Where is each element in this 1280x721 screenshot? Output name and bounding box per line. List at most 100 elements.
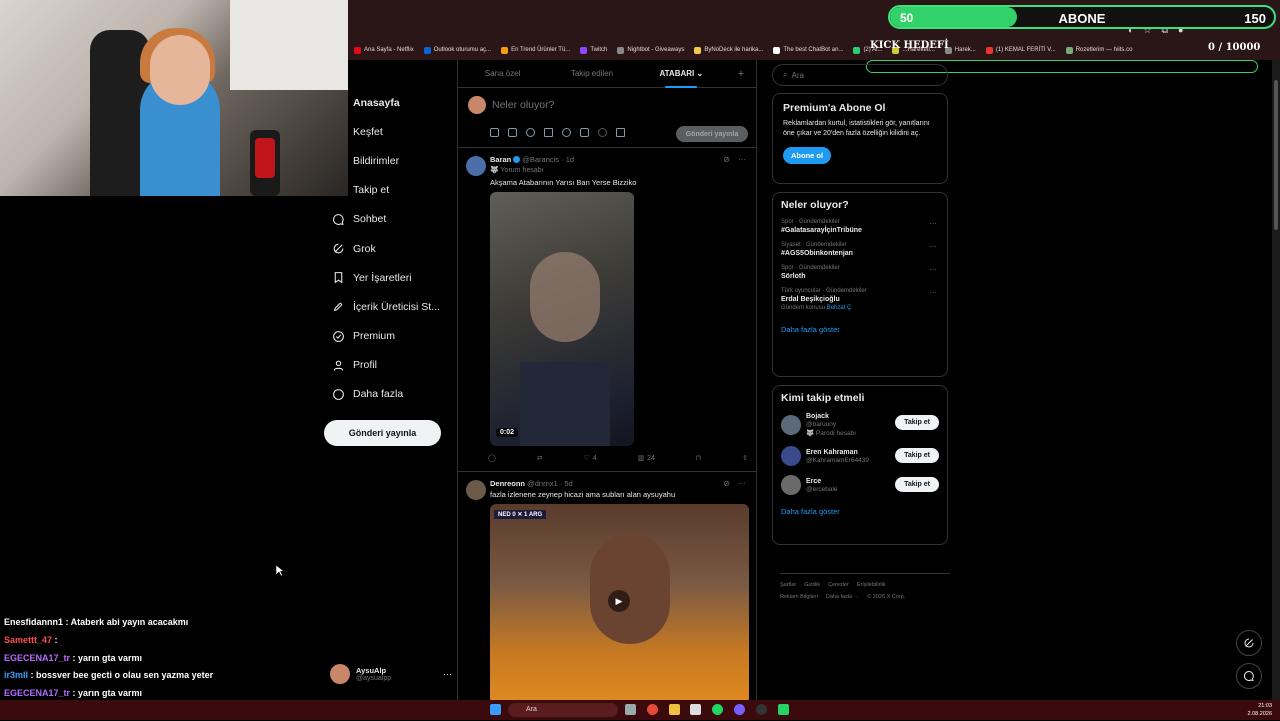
nav-notifications[interactable]: Bildirimler	[320, 146, 456, 175]
emoji-icon[interactable]	[562, 128, 571, 137]
bookmark-item[interactable]: En Trend Ürünler Tü...	[501, 46, 570, 54]
footer-link[interactable]: Şartlar	[780, 582, 796, 588]
nav-grok[interactable]: Grok	[320, 234, 456, 263]
show-more-link[interactable]: Daha fazla göster	[781, 507, 939, 516]
avatar[interactable]	[781, 415, 801, 435]
grok-icon[interactable]: ⊘	[723, 155, 730, 164]
follow-button[interactable]: Takip et	[895, 448, 939, 463]
nav-home[interactable]: Anasayfa	[320, 88, 456, 117]
location-icon[interactable]	[598, 128, 607, 137]
bookmark-item[interactable]: Outlook oturumu aç...	[423, 46, 491, 54]
nav-bookmarks[interactable]: Yer İşaretleri	[320, 263, 456, 292]
follow-suggestion[interactable]: Erce @ercebale Takip et	[781, 475, 939, 495]
avatar[interactable]	[781, 475, 801, 495]
tab-atabari[interactable]: ATABARI ⌄	[637, 60, 726, 88]
grok-icon[interactable]	[526, 128, 535, 137]
messages-fab[interactable]	[1236, 663, 1262, 689]
footer-link[interactable]: Erişilebilirlik	[857, 582, 886, 588]
bookmark-item[interactable]: Rozetlerim — hiits.co	[1065, 46, 1132, 54]
show-more-link[interactable]: Daha fazla göster	[781, 325, 939, 334]
chrome-icon[interactable]	[647, 704, 658, 715]
tweet[interactable]: Baran @Barancis · 1d 🐺 Yorum hesabı Akşam…	[458, 148, 756, 472]
schedule-icon[interactable]	[580, 128, 589, 137]
page-scrollbar[interactable]	[1272, 60, 1280, 700]
grok-icon[interactable]: ⊘	[723, 479, 730, 488]
nav-chat[interactable]: Sohbet	[320, 205, 456, 234]
trend-item[interactable]: Siyaset · Gündemdekiler #AGS5Obinkontenja…	[781, 242, 939, 257]
image-icon[interactable]	[490, 128, 499, 137]
like-button[interactable]: ♡ 4	[583, 454, 596, 463]
tweet-author[interactable]: Baran	[490, 155, 511, 164]
tab-for-you[interactable]: Sana özel	[458, 60, 547, 88]
avatar[interactable]	[466, 480, 486, 500]
flag-icon[interactable]	[616, 128, 625, 137]
footer-link[interactable]: Daha fazla ···	[826, 594, 859, 600]
bookmark-item[interactable]: (1) KEMAL FERİTİ V...	[985, 46, 1056, 54]
more-icon[interactable]: ···	[738, 155, 746, 164]
avatar[interactable]	[781, 446, 801, 466]
more-icon[interactable]: ···	[443, 669, 452, 679]
gif-icon[interactable]	[508, 128, 517, 137]
bookmark-item[interactable]: Ana Sayfa - Netflix	[354, 46, 414, 54]
compose-post-button[interactable]: Gönderi yayınla	[676, 126, 748, 142]
bookmark-item[interactable]: The best ChatBot an...	[773, 46, 843, 54]
more-icon[interactable]: ···	[929, 288, 937, 297]
views-button[interactable]: ▥ 24	[637, 454, 654, 463]
post-button[interactable]: Gönderi yayınla	[324, 420, 441, 446]
bookmark-item[interactable]: ByNoDeck ile harika...	[694, 46, 763, 54]
spotify-icon[interactable]	[712, 704, 723, 715]
nav-profile[interactable]: Profil	[320, 351, 456, 380]
avatar[interactable]	[466, 156, 486, 176]
trend-item[interactable]: Spor · Gündemdekiler Sörloth ···	[781, 265, 939, 280]
obs-icon[interactable]	[756, 704, 767, 715]
grok-fab[interactable]	[1236, 630, 1262, 656]
poll-icon[interactable]	[544, 128, 553, 137]
nav-explore[interactable]: Keşfet	[320, 117, 456, 146]
add-tab-button[interactable]: +	[726, 68, 756, 80]
more-icon[interactable]: ···	[929, 265, 937, 274]
more-icon[interactable]: ···	[929, 242, 937, 251]
reply-icon[interactable]: ◯	[488, 454, 496, 462]
trend-context-link[interactable]: Behzat Ç	[827, 305, 852, 311]
more-icon[interactable]: ···	[929, 219, 937, 228]
tweet[interactable]: Denreonn @dnrnx1 · 5d fazla izlenene zey…	[458, 472, 756, 712]
footer-link[interactable]: Çerezler	[828, 582, 849, 588]
nav-premium[interactable]: Premium	[320, 322, 456, 351]
account-switcher[interactable]: AysuAlp @aysualpp ···	[330, 662, 452, 686]
follow-button[interactable]: Takip et	[895, 477, 939, 492]
whatsapp-icon[interactable]	[778, 704, 789, 715]
nav-more[interactable]: Daha fazla	[320, 380, 456, 409]
store-icon[interactable]	[690, 704, 701, 715]
bookmark-icon[interactable]: ⊓	[696, 454, 701, 462]
discord-icon[interactable]	[734, 704, 745, 715]
compose-input[interactable]: Neler oluyor?	[492, 99, 554, 111]
task-view-icon[interactable]	[625, 704, 636, 715]
follow-suggestion[interactable]: Eren Kahraman @KahramamEr64439 Takip et	[781, 446, 939, 466]
play-icon[interactable]: ▶	[608, 590, 630, 612]
bookmark-item[interactable]: Nightbot - Giveaways	[617, 46, 684, 54]
video-thumbnail[interactable]: 0:02	[490, 192, 634, 446]
subscribe-button[interactable]: Abone ol	[783, 147, 832, 164]
trend-item[interactable]: Spor · Gündemdekiler #GalatasarayİçinTrib…	[781, 219, 939, 234]
follow-button[interactable]: Takip et	[895, 415, 939, 430]
bookmark-item[interactable]: Harek...	[944, 46, 976, 54]
nav-creator-studio[interactable]: İçerik Üreticisi St...	[320, 292, 456, 321]
footer-link[interactable]: Gizlilik	[804, 582, 820, 588]
taskbar-search[interactable]: Ara	[508, 703, 618, 717]
tab-following[interactable]: Takip edilen	[547, 60, 636, 88]
system-clock[interactable]: 21:03 2.08.2026	[1248, 702, 1272, 718]
windows-start-icon[interactable]	[490, 704, 501, 715]
retweet-icon[interactable]: ⇄	[537, 454, 543, 462]
trend-item[interactable]: Türk oyuncular · Gündemdekiler Erdal Beşi…	[781, 288, 939, 311]
share-icon[interactable]: ⇪	[742, 454, 748, 462]
file-explorer-icon[interactable]	[669, 704, 680, 715]
more-icon[interactable]: ···	[738, 479, 746, 488]
footer-link[interactable]: © 2026 X Corp.	[867, 594, 905, 600]
follow-suggestion[interactable]: Bojack @baruuny 🐺 Parodi hesabı Takip et	[781, 413, 939, 437]
bookmark-item[interactable]: Twitch	[580, 46, 607, 54]
nav-follow[interactable]: Takip et	[320, 176, 456, 205]
footer-link[interactable]: Reklam Bilgileri	[780, 594, 818, 600]
search-input[interactable]: ⌕ Ara	[772, 64, 948, 86]
tweet-author[interactable]: Denreonn	[490, 479, 525, 488]
video-thumbnail[interactable]: NED 0 ✕ 1 ARG ▶	[490, 504, 749, 704]
